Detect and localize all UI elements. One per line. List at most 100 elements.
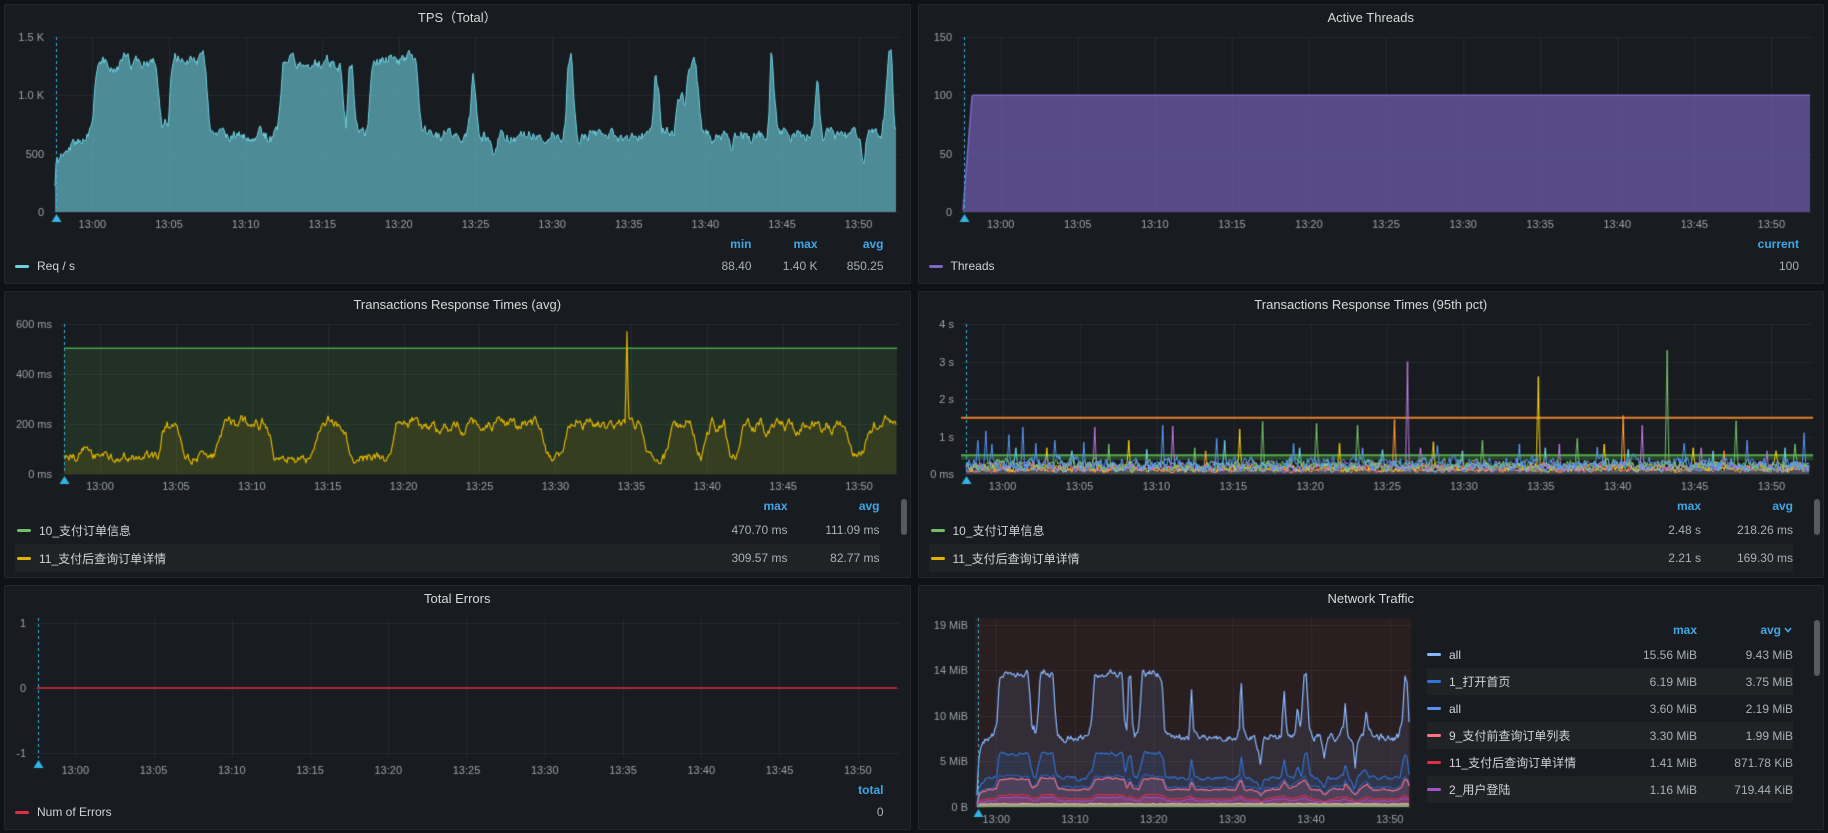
series-color-dash <box>929 265 943 268</box>
panel-network-traffic: Network Traffic max avg <box>918 585 1825 830</box>
legend-row: Req / s 88.40 1.40 K 850.25 <box>15 254 884 278</box>
legend-row: 9_支付前查询订单列表 3.30 MiB 1.99 MiB <box>1427 722 1793 749</box>
stat-avg-value: 169.30 ms <box>1701 551 1793 565</box>
series-label: 9_支付前查询订单列表 <box>1449 727 1570 744</box>
panel-total-errors: Total Errors total Num of Errors 0 <box>4 585 911 830</box>
series-toggle-user-login[interactable]: 2_用户登陆 <box>1427 781 1609 798</box>
panel-title-total-errors[interactable]: Total Errors <box>5 586 910 611</box>
legend-row: 11_支付后查询订单详情 309.57 ms 82.77 ms <box>15 544 880 572</box>
stat-min-value: 88.40 <box>686 259 752 273</box>
series-label: all <box>1449 648 1461 662</box>
series-label: 11_支付后查询订单详情 <box>953 550 1080 567</box>
network-chart-canvas[interactable] <box>919 611 1422 829</box>
series-toggle-all-2[interactable]: all <box>1427 702 1609 716</box>
rt-pct-chart-canvas[interactable] <box>919 317 1824 496</box>
stat-header-avg[interactable]: avg <box>818 237 884 251</box>
stat-avg-value: 9.43 MiB <box>1697 648 1793 662</box>
errors-chart-canvas[interactable] <box>5 611 910 780</box>
stat-header-total[interactable]: total <box>822 783 884 797</box>
stat-avg-value: 111.09 ms <box>788 523 880 537</box>
stat-header-avg[interactable]: avg <box>788 499 880 513</box>
stat-avg-value: 2.19 MiB <box>1697 702 1793 716</box>
tps-legend: min max avg Req / s 88.40 1.40 K 850.25 <box>5 234 910 283</box>
stat-header-avg[interactable]: avg <box>1701 499 1793 513</box>
stat-max-value: 6.19 MiB <box>1609 675 1697 689</box>
stat-avg-value: 850.25 <box>818 259 884 273</box>
series-toggle-9[interactable]: 9_支付前查询订单列表 <box>1427 727 1609 744</box>
series-toggle-11[interactable]: 11_支付后查询订单详情 <box>17 550 698 567</box>
series-toggle-all[interactable]: all <box>1427 648 1609 662</box>
stat-max-value: 470.70 ms <box>698 523 788 537</box>
series-color-dash <box>1427 788 1441 791</box>
stat-max-value: 1.41 MiB <box>1609 756 1697 770</box>
series-color-dash <box>1427 761 1441 764</box>
rt-pct-chart-area <box>919 317 1824 496</box>
threads-legend: current Threads 100 <box>919 234 1824 283</box>
series-color-dash <box>1427 680 1441 683</box>
network-legend: max avg all 15.56 MiB 9.43 MiB <box>1421 611 1823 829</box>
rt-avg-chart-canvas[interactable] <box>5 317 910 496</box>
panel-title-rt-avg[interactable]: Transactions Response Times (avg) <box>5 292 910 317</box>
tps-chart-area <box>5 30 910 234</box>
stat-header-avg-sorted[interactable]: avg <box>1697 623 1793 637</box>
series-toggle-open-home[interactable]: 1_打开首页 <box>1427 673 1609 690</box>
panel-title-tps[interactable]: TPS（Total） <box>5 5 910 30</box>
series-toggle-errors[interactable]: Num of Errors <box>15 805 822 819</box>
panel-title-rt-pct[interactable]: Transactions Response Times (95th pct) <box>919 292 1824 317</box>
threads-chart-area <box>919 30 1824 234</box>
dashboard: TPS（Total） min max avg Req / s 88.40 1.4… <box>0 0 1828 833</box>
series-color-dash <box>17 529 31 532</box>
series-label: Num of Errors <box>37 805 112 819</box>
legend-row: 10_支付订单信息 2.48 s 218.26 ms <box>929 516 1794 544</box>
series-toggle-11[interactable]: 11_支付后查询订单详情 <box>1427 754 1609 771</box>
stat-header-min[interactable]: min <box>686 237 752 251</box>
stat-max-value: 2.21 s <box>1611 551 1701 565</box>
legend-row: 11_支付后查询订单详情 1.41 MiB 871.78 KiB <box>1427 749 1793 776</box>
panel-title-active-threads[interactable]: Active Threads <box>919 5 1824 30</box>
panel-rt-avg: Transactions Response Times (avg) max av… <box>4 291 911 578</box>
series-toggle-threads[interactable]: Threads <box>929 259 1730 273</box>
legend-scrollbar[interactable] <box>901 499 907 535</box>
stat-header-max[interactable]: max <box>752 237 818 251</box>
rt-pct-legend: max avg 10_支付订单信息 2.48 s 218.26 ms 11_支付… <box>919 496 1824 577</box>
series-toggle-reqs[interactable]: Req / s <box>15 259 686 273</box>
series-color-dash <box>1427 707 1441 710</box>
legend-row: Num of Errors 0 <box>15 800 884 824</box>
threads-chart-canvas[interactable] <box>919 30 1824 234</box>
series-label: 2_用户登陆 <box>1449 781 1510 798</box>
legend-row: 2_用户登陆 1.16 MiB 719.44 KiB <box>1427 776 1793 803</box>
stat-header-max[interactable]: max <box>1611 499 1701 513</box>
series-toggle-11[interactable]: 11_支付后查询订单详情 <box>931 550 1612 567</box>
legend-row: 10_支付订单信息 470.70 ms 111.09 ms <box>15 516 880 544</box>
legend-row: 1_打开首页 6.19 MiB 3.75 MiB <box>1427 668 1793 695</box>
stat-max-value: 309.57 ms <box>698 551 788 565</box>
series-color-dash <box>931 557 945 560</box>
panel-title-network-traffic[interactable]: Network Traffic <box>919 586 1824 611</box>
rt-avg-chart-area <box>5 317 910 496</box>
panel-tps: TPS（Total） min max avg Req / s 88.40 1.4… <box>4 4 911 284</box>
legend-row: all 15.56 MiB 9.43 MiB <box>1427 641 1793 668</box>
stat-max-value: 15.56 MiB <box>1609 648 1697 662</box>
legend-row: all 3.60 MiB 2.19 MiB <box>1427 695 1793 722</box>
errors-chart-area <box>5 611 910 780</box>
stat-header-current[interactable]: current <box>1729 237 1799 251</box>
stat-avg-value: 218.26 ms <box>1701 523 1793 537</box>
stat-current-value: 100 <box>1729 259 1799 273</box>
series-label: 1_打开首页 <box>1449 673 1510 690</box>
series-label: all <box>1449 702 1461 716</box>
series-toggle-10[interactable]: 10_支付订单信息 <box>931 522 1612 539</box>
series-color-dash <box>931 529 945 532</box>
series-label: 11_支付后查询订单详情 <box>1449 754 1576 771</box>
stat-header-max[interactable]: max <box>1609 623 1697 637</box>
series-toggle-10[interactable]: 10_支付订单信息 <box>17 522 698 539</box>
legend-scrollbar[interactable] <box>1814 499 1820 535</box>
stat-avg-value: 3.75 MiB <box>1697 675 1793 689</box>
legend-row: 11_支付后查询订单详情 2.21 s 169.30 ms <box>929 544 1794 572</box>
stat-max-value: 3.60 MiB <box>1609 702 1697 716</box>
legend-scrollbar[interactable] <box>1814 620 1820 676</box>
stat-max-value: 3.30 MiB <box>1609 729 1697 743</box>
tps-chart-canvas[interactable] <box>5 30 910 234</box>
stat-header-max[interactable]: max <box>698 499 788 513</box>
chevron-down-icon <box>1783 623 1793 637</box>
panel-rt-pct: Transactions Response Times (95th pct) m… <box>918 291 1825 578</box>
